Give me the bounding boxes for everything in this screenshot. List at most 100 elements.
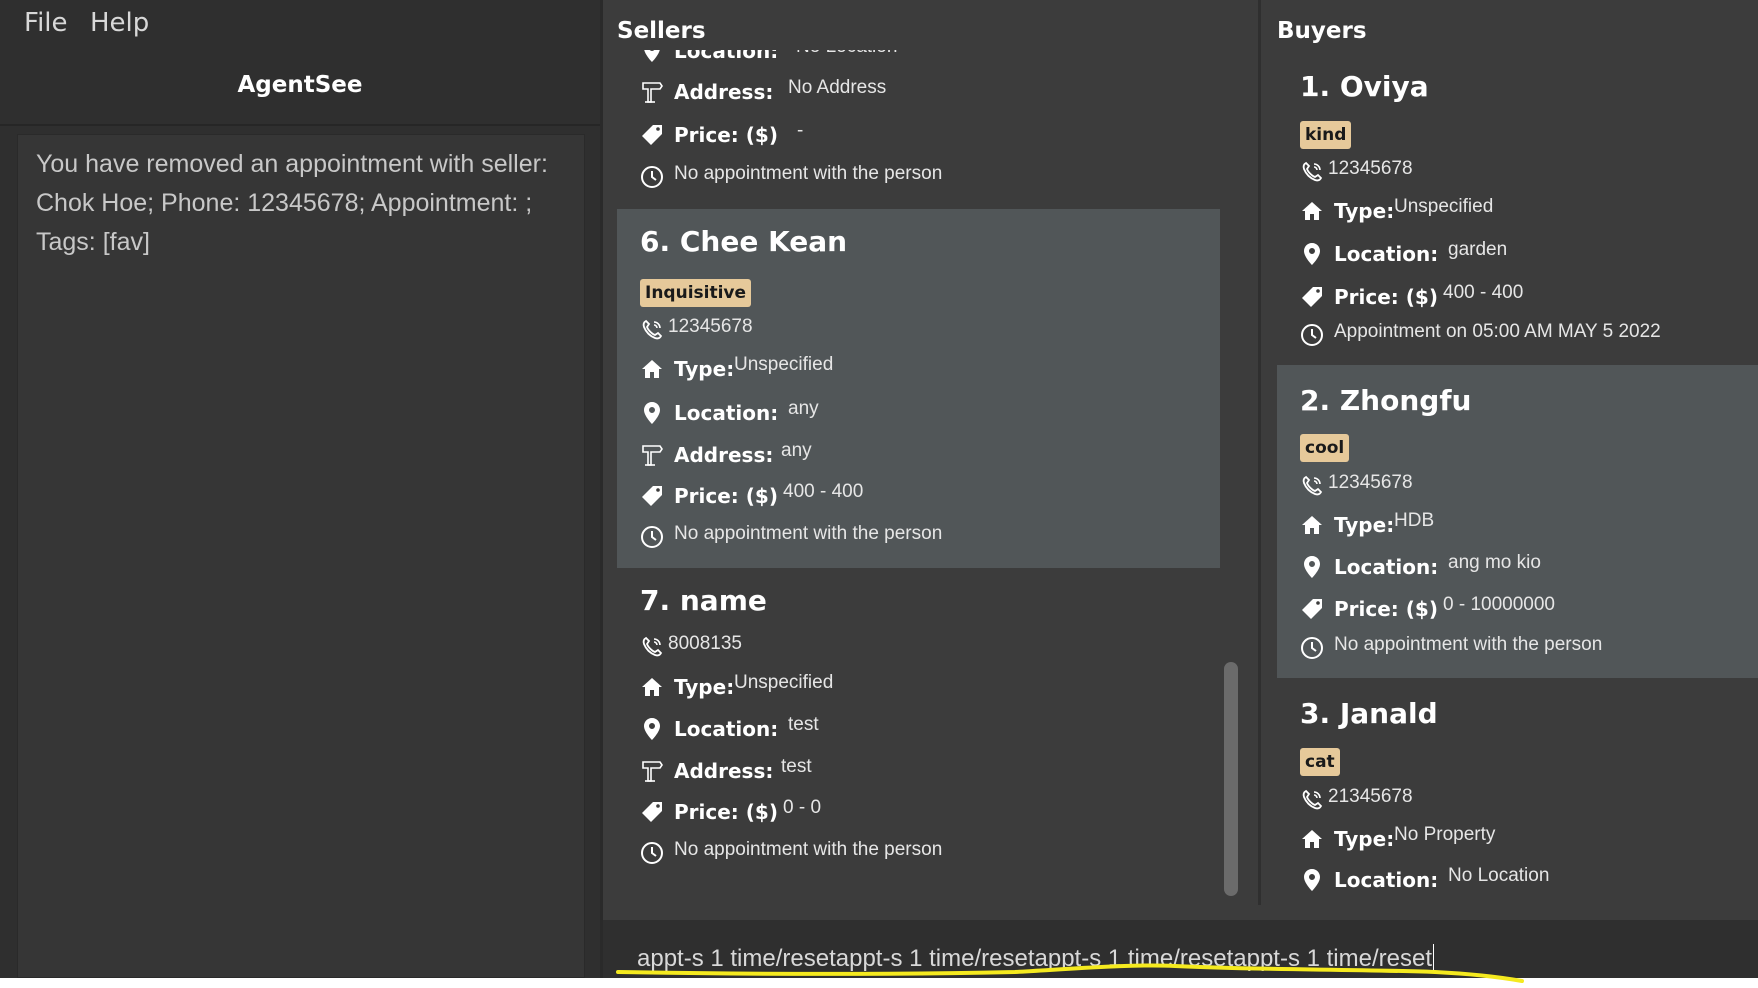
price-value: 400 - 400: [1443, 282, 1524, 303]
seller-card[interactable]: 6. Chee Kean Inquisitive 12345678 Type: …: [617, 209, 1220, 568]
price-label: Price: ($): [674, 484, 778, 508]
phone-value: 12345678: [668, 316, 753, 337]
address-label: Address:: [674, 759, 774, 783]
menu-bar: File Help: [0, 0, 600, 48]
location-label: Location:: [1334, 555, 1439, 579]
type-value: Unspecified: [734, 354, 834, 375]
type-value: Unspecified: [734, 672, 834, 693]
phone-icon: [1300, 473, 1324, 499]
menu-help[interactable]: Help: [90, 8, 149, 38]
price-label: Price: ($): [674, 123, 778, 147]
location-value: No Location: [1448, 865, 1550, 886]
type-label: Type:: [674, 675, 735, 699]
sellers-header: Sellers: [617, 18, 706, 44]
panel-divider: [600, 0, 603, 978]
appointment-text: No appointment with the person: [1334, 634, 1603, 655]
phone-value: 12345678: [1328, 472, 1413, 493]
phone-value: 21345678: [1328, 786, 1413, 807]
person-tag: kind: [1300, 121, 1352, 149]
location-label: Location:: [674, 401, 779, 425]
buyer-card[interactable]: 1. Oviya kind 12345678 Type: Unspecified…: [1277, 50, 1758, 363]
person-tag: cool: [1300, 434, 1350, 462]
home-icon: [1300, 512, 1324, 538]
location-value: ang mo kio: [1448, 552, 1541, 573]
location-label: Location:: [1334, 242, 1439, 266]
location-label: Location:: [674, 50, 779, 63]
price-value: 400 - 400: [783, 481, 864, 502]
person-name: 3. Janald: [1300, 697, 1438, 730]
command-input-text: appt-s 1 time/resetappt-s 1 time/resetap…: [637, 945, 1432, 972]
result-line: Chok Hoe; Phone: 12345678; Appointment: …: [36, 189, 533, 217]
phone-value: 12345678: [1328, 158, 1413, 179]
text-caret: [1433, 944, 1434, 972]
price-value: 0 - 0: [783, 797, 822, 818]
home-icon: [640, 356, 664, 382]
price-value: 0 - 10000000: [1443, 594, 1555, 615]
price-label: Price: ($): [1334, 597, 1438, 621]
seller-card[interactable]: 7. name 8008135 Type: Unspecified Locati…: [617, 568, 1220, 898]
buyer-card[interactable]: 2. Zhongfu cool 12345678 Type: HDB Locat…: [1277, 365, 1758, 678]
price-label: Price: ($): [1334, 285, 1438, 309]
sellers-list[interactable]: Location: No Location Address: No Addres…: [617, 50, 1220, 898]
type-label: Type:: [674, 357, 735, 381]
location-pin-icon: [1300, 241, 1324, 267]
signpost-icon: [640, 79, 664, 105]
result-line: Tags: [fav]: [36, 228, 150, 256]
address-value: No Address: [788, 77, 887, 98]
command-box[interactable]: appt-s 1 time/resetappt-s 1 time/resetap…: [603, 920, 1758, 978]
type-label: Type:: [1334, 199, 1395, 223]
price-tag-icon: [1300, 596, 1324, 622]
type-value: Unspecified: [1394, 196, 1494, 217]
clock-icon: [640, 164, 664, 190]
column-divider: [1258, 0, 1261, 905]
command-input[interactable]: appt-s 1 time/resetappt-s 1 time/resetap…: [637, 944, 1434, 973]
person-name: 6. Chee Kean: [640, 225, 848, 258]
price-label: Price: ($): [674, 800, 778, 824]
location-pin-icon: [1300, 867, 1324, 893]
signpost-icon: [640, 442, 664, 468]
price-tag-icon: [1300, 284, 1324, 310]
person-name: 1. Oviya: [1300, 70, 1429, 103]
price-tag-icon: [640, 799, 664, 825]
location-pin-icon: [640, 716, 664, 742]
menu-file[interactable]: File: [24, 8, 68, 38]
location-pin-icon: [640, 400, 664, 426]
clock-icon: [1300, 635, 1324, 661]
phone-value: 8008135: [668, 633, 742, 654]
clock-icon: [640, 840, 664, 866]
type-label: Type:: [1334, 827, 1395, 851]
signpost-icon: [640, 758, 664, 784]
address-value: any: [781, 440, 812, 461]
person-tag: Inquisitive: [640, 279, 752, 307]
location-value: any: [788, 398, 819, 419]
type-label: Type:: [1334, 513, 1395, 537]
buyers-list[interactable]: 1. Oviya kind 12345678 Type: Unspecified…: [1277, 50, 1758, 898]
clock-icon: [640, 524, 664, 550]
home-icon: [640, 674, 664, 700]
sellers-scrollbar[interactable]: [1224, 662, 1238, 896]
appointment-text: Appointment on 05:00 AM MAY 5 2022: [1334, 321, 1661, 342]
location-pin-icon: [1300, 554, 1324, 580]
location-value: test: [788, 714, 819, 735]
price-value: -: [797, 120, 804, 141]
app-title: AgentSee: [237, 72, 363, 98]
location-value: No Location: [796, 50, 897, 58]
phone-icon: [640, 634, 664, 660]
location-label: Location:: [1334, 868, 1439, 892]
location-value: garden: [1448, 239, 1508, 260]
seller-card-partial[interactable]: Location: No Location Address: No Addres…: [617, 50, 1220, 209]
result-line: You have removed an appointment with sel…: [36, 150, 548, 178]
app-window: File Help AgentSee You have removed an a…: [0, 0, 1758, 978]
person-name: 2. Zhongfu: [1300, 384, 1472, 417]
buyers-header: Buyers: [1277, 18, 1367, 44]
type-value: No Property: [1394, 824, 1496, 845]
type-value: HDB: [1394, 510, 1435, 531]
appointment-text: No appointment with the person: [674, 163, 943, 184]
address-value: test: [781, 756, 812, 777]
buyer-card[interactable]: 3. Janald cat 21345678 Type: No Property…: [1277, 678, 1758, 898]
location-pin-icon: [640, 50, 664, 64]
address-label: Address:: [674, 443, 774, 467]
clock-icon: [1300, 322, 1324, 348]
appointment-text: No appointment with the person: [674, 523, 943, 544]
person-tag: cat: [1300, 748, 1340, 776]
